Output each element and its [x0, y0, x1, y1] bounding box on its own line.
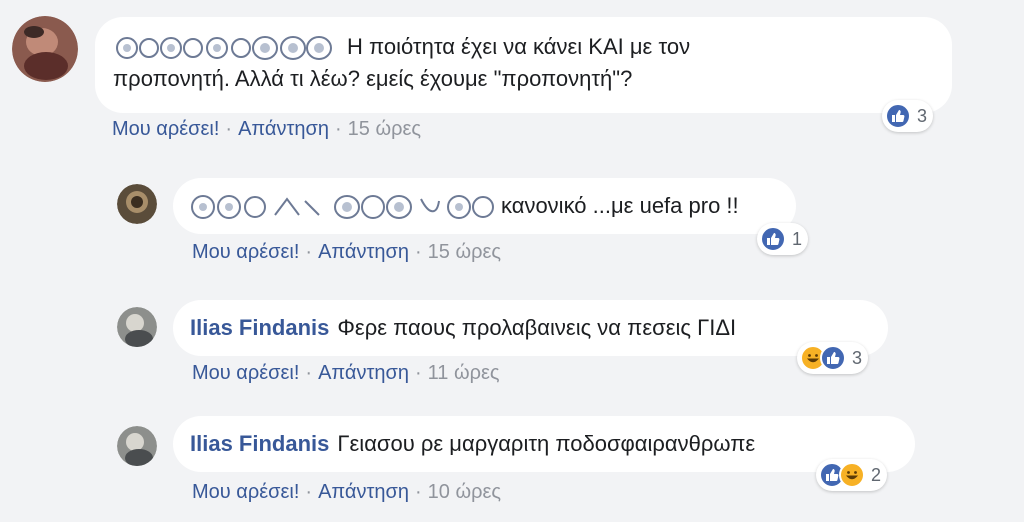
reaction-count: 2: [871, 464, 882, 485]
like-icon: [760, 226, 786, 252]
comment-author[interactable]: Ilias Findanis: [190, 315, 329, 340]
reactions-summary[interactable]: 3: [797, 342, 869, 374]
reactions-summary[interactable]: 1: [757, 223, 809, 255]
avatar-photo: [117, 307, 157, 347]
comment-text: κανονικό ...με uefa pro !!: [501, 193, 739, 218]
like-icon: [885, 103, 911, 129]
reaction-count: 3: [852, 347, 863, 368]
reactions-summary[interactable]: 2: [816, 459, 888, 491]
blurred-author-name: [191, 195, 494, 220]
comment-text-line2: προπονητή. Αλλά τι λέω? εμείς έχουμε "πρ…: [113, 66, 633, 91]
like-link[interactable]: Μου αρέσει!: [192, 362, 299, 384]
avatar[interactable]: [117, 307, 157, 347]
separator: ·: [335, 118, 342, 140]
comment-bubble: Ilias Findanis Φερε παους προλαβαινεις να…: [173, 300, 888, 356]
timestamp[interactable]: 15 ώρες: [428, 241, 501, 263]
avatar-photo: [117, 184, 157, 224]
comment-actions: Μου αρέσει! · Απάντηση · 10 ώρες: [192, 481, 501, 504]
reply-link[interactable]: Απάντηση: [318, 481, 409, 503]
like-link[interactable]: Μου αρέσει!: [192, 481, 299, 503]
avatar[interactable]: [117, 426, 157, 466]
comment-text-line1: Η ποιότητα έχει να κάνει ΚΑΙ με τον: [347, 34, 691, 59]
timestamp[interactable]: 10 ώρες: [428, 481, 501, 503]
reply-link[interactable]: Απάντηση: [318, 241, 409, 263]
separator: ·: [415, 241, 422, 263]
reaction-count: 1: [792, 228, 803, 249]
separator: ·: [225, 118, 233, 140]
separator: ·: [305, 241, 313, 263]
comment-author[interactable]: Ilias Findanis: [190, 431, 329, 456]
comment-actions: Μου αρέσει! · Απάντηση · 11 ώρες: [192, 362, 500, 385]
avatar-photo: [12, 16, 78, 82]
avatar[interactable]: [117, 184, 157, 224]
comment-actions: Μου αρέσει! · Απάντηση · 15 ώρες: [192, 241, 501, 264]
separator: ·: [305, 481, 313, 503]
separator: ·: [415, 362, 422, 384]
comment-text: Γειασου ρε μαργαριτη ποδοσφαιρανθρωπε: [337, 431, 756, 456]
comment-bubble: Η ποιότητα έχει να κάνει ΚΑΙ με τον προπ…: [95, 17, 952, 113]
comment-actions: Μου αρέσει! · Απάντηση · 15 ώρες: [112, 118, 421, 141]
timestamp[interactable]: 11 ώρες: [428, 362, 500, 384]
avatar-photo: [117, 426, 157, 466]
comment-text: Φερε παους προλαβαινεις να πεσεις ΓΙΔΙ: [337, 315, 737, 340]
like-icon: [820, 345, 846, 371]
blurred-author-name: [116, 36, 332, 61]
avatar[interactable]: [12, 16, 78, 82]
comment-bubble: Ilias Findanis Γειασου ρε μαργαριτη ποδοσ…: [173, 416, 915, 472]
like-link[interactable]: Μου αρέσει!: [192, 241, 299, 263]
haha-icon: [839, 462, 865, 488]
reaction-count: 3: [917, 105, 928, 126]
separator: ·: [415, 481, 422, 503]
comment-bubble: κανονικό ...με uefa pro !!: [173, 178, 796, 234]
reply-link[interactable]: Απάντηση: [318, 362, 409, 384]
timestamp[interactable]: 15 ώρες: [348, 118, 421, 140]
separator: ·: [305, 362, 313, 384]
like-link[interactable]: Μου αρέσει!: [112, 118, 219, 140]
reply-link[interactable]: Απάντηση: [238, 118, 329, 140]
reactions-summary[interactable]: 3: [882, 100, 934, 132]
